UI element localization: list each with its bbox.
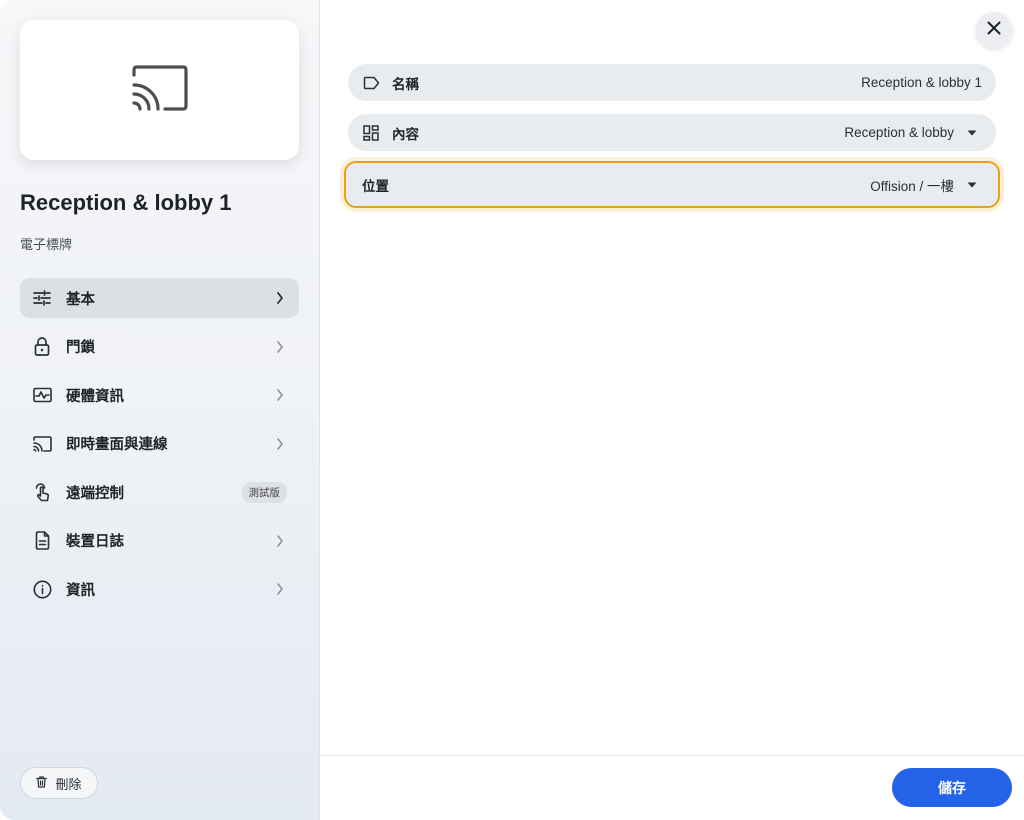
sidebar-item-label: 即時畫面與連線 xyxy=(66,437,168,453)
sidebar-item-hardware-info[interactable]: 硬體資訊 xyxy=(20,375,299,415)
cast-icon xyxy=(131,64,188,116)
sidebar-item-label: 基本 xyxy=(66,291,95,308)
sidebar-item-live-view[interactable]: 即時畫面與連線 xyxy=(20,424,299,464)
location-field-label: 位置 xyxy=(362,178,389,194)
beta-badge: 測試版 xyxy=(241,481,287,503)
save-button[interactable]: 儲存 xyxy=(892,768,1012,807)
caret-down-icon xyxy=(962,125,982,141)
sidebar-item-door-lock[interactable]: 門鎖 xyxy=(20,327,299,367)
document-icon xyxy=(32,531,52,551)
sidebar-item-label: 硬體資訊 xyxy=(66,388,124,405)
delete-label: 刪除 xyxy=(55,776,82,792)
sidebar-item-device-log[interactable]: 裝置日誌 xyxy=(20,521,299,561)
close-icon xyxy=(987,21,1001,40)
chevron-right-icon xyxy=(273,340,287,354)
sidebar-item-label: 門鎖 xyxy=(66,340,95,356)
delete-button[interactable]: 刪除 xyxy=(20,767,98,799)
sidebar-item-label: 裝置日誌 xyxy=(66,534,124,550)
location-field-value: Offision / 一樓 xyxy=(870,178,954,194)
sidebar-item-basic[interactable]: 基本 xyxy=(20,278,299,318)
device-type: 電子標牌 xyxy=(20,237,73,252)
sidebar-item-label: 遠端控制 xyxy=(66,485,124,502)
location-select[interactable]: 位置 Offision / 一樓 xyxy=(344,161,1000,208)
caret-down-icon xyxy=(962,177,982,193)
content-field-label: 內容 xyxy=(392,126,419,142)
trash-icon xyxy=(36,775,48,791)
touch-hand-icon xyxy=(32,482,52,502)
info-icon xyxy=(32,579,52,599)
close-button[interactable] xyxy=(976,12,1012,48)
sidebar: Reception & lobby 1 電子標牌 基本 門鎖 硬體資訊 即時畫面… xyxy=(0,0,320,820)
chevron-right-icon xyxy=(273,582,287,596)
tag-icon xyxy=(362,74,380,92)
chevron-right-icon xyxy=(273,534,287,548)
sidebar-item-remote-control[interactable]: 遠端控制 測試版 xyxy=(20,472,299,512)
chevron-right-icon xyxy=(273,291,287,305)
sidebar-item-info[interactable]: 資訊 xyxy=(20,569,299,609)
device-preview xyxy=(20,20,299,160)
name-field-label: 名稱 xyxy=(392,76,419,92)
lock-icon xyxy=(32,337,52,357)
hardware-monitor-icon xyxy=(32,385,52,405)
content-select[interactable]: 內容 Reception & lobby xyxy=(348,114,996,151)
chevron-right-icon xyxy=(273,388,287,402)
chevron-right-icon xyxy=(273,437,287,451)
name-field-value: Reception & lobby 1 xyxy=(861,75,982,90)
device-title: Reception & lobby 1 xyxy=(20,190,232,215)
cast-icon xyxy=(32,434,52,454)
layout-icon xyxy=(362,124,380,142)
sidebar-nav: 基本 門鎖 硬體資訊 即時畫面與連線 遠端控制 測試版 裝置日誌 資訊 xyxy=(20,278,299,618)
content-field-value: Reception & lobby xyxy=(844,125,954,140)
name-field[interactable]: 名稱 Reception & lobby 1 xyxy=(348,64,996,101)
footer-divider xyxy=(320,755,1024,756)
sidebar-item-label: 資訊 xyxy=(66,582,95,599)
sliders-icon xyxy=(32,288,52,308)
